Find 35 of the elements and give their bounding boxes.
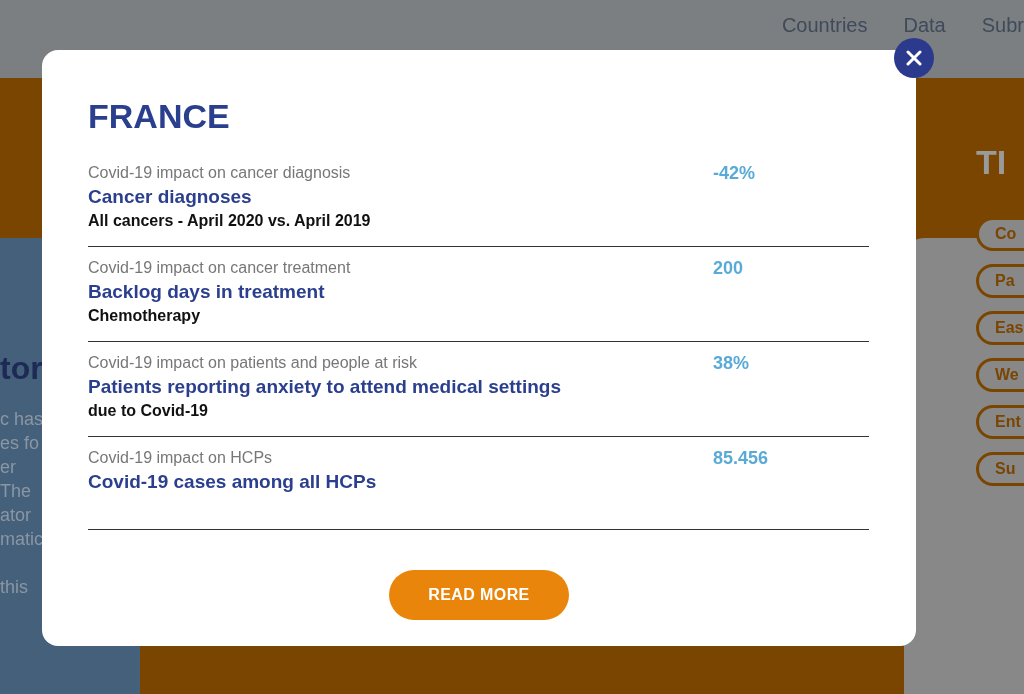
nav-link[interactable]: Countries	[781, 10, 868, 40]
paragraph-text: er	[0, 456, 16, 478]
category-label: Covid-19 impact on cancer treatment	[88, 258, 352, 278]
paragraph-text: ator	[0, 504, 32, 526]
nav-link[interactable]: Subr	[981, 10, 1024, 40]
filter-pill[interactable]: Eas	[976, 311, 1024, 345]
category-label: Covid-19 impact on cancer diagnosis	[88, 163, 352, 183]
metric-title: Cancer diagnoses	[88, 185, 253, 209]
metric-subtitle: due to Covid-19	[88, 401, 209, 421]
paragraph-text: The	[0, 480, 32, 502]
metric-subtitle: Chemotherapy	[88, 306, 202, 326]
category-label: Covid-19 impact on HCPs	[88, 448, 274, 468]
category-label: Covid-19 impact on patients and people at risk	[88, 353, 419, 373]
metric-title: Covid-19 cases among all HCPs	[88, 470, 378, 494]
read-more-button[interactable]: READ MORE	[389, 570, 569, 620]
metric-subtitle: All cancers - April 2020 vs. April 2019	[88, 211, 372, 231]
metric-title: Backlog days in treatment	[88, 280, 326, 304]
section-heading: TI	[976, 142, 1008, 183]
filter-pill[interactable]: Su	[976, 452, 1024, 486]
close-icon	[906, 50, 922, 66]
metric-title: Patients reporting anxiety to attend medical settings	[88, 375, 562, 399]
filter-pill[interactable]: Ent	[976, 405, 1024, 439]
paragraph-text: c has	[0, 408, 44, 430]
metric-value: 85.456	[713, 447, 769, 470]
filter-pill[interactable]: We	[976, 358, 1024, 392]
modal-title: FRANCE	[88, 96, 231, 137]
metric-value: 38%	[713, 352, 750, 375]
paragraph-text: this	[0, 576, 28, 598]
paragraph-text: matic	[0, 528, 43, 550]
metric-value: -42%	[713, 162, 756, 185]
nav-link[interactable]: Data	[903, 10, 946, 40]
filter-pill[interactable]: Pa	[976, 264, 1024, 298]
filter-pill[interactable]: Co	[976, 217, 1024, 251]
paragraph-text: es fo	[0, 432, 40, 454]
metric-value: 200	[713, 257, 744, 280]
